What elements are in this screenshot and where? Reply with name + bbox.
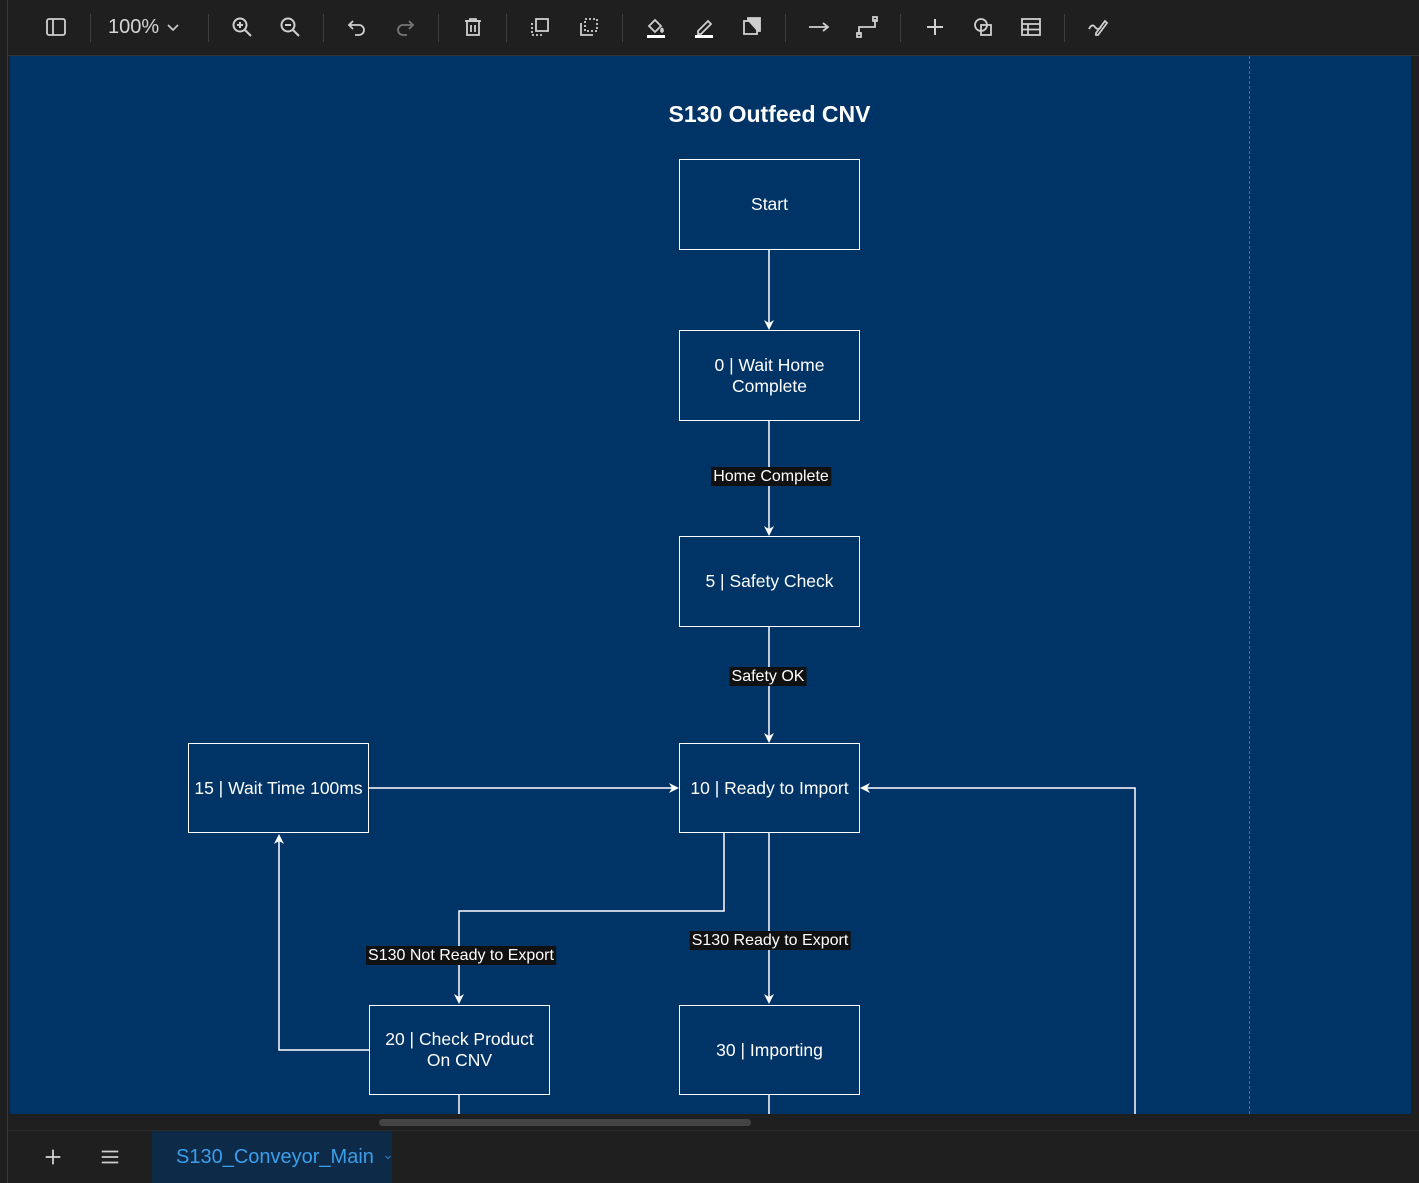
edge-label-ready-to-export[interactable]: S130 Ready to Export	[689, 931, 851, 950]
horizontal-scrollbar[interactable]	[10, 1114, 1411, 1130]
scrollbar-thumb[interactable]	[379, 1119, 751, 1126]
vertical-scrollbar[interactable]	[1411, 56, 1419, 1116]
toolbar: 100%	[8, 0, 1419, 56]
edge-10-to-20[interactable]	[454, 833, 725, 1004]
edge-20-to-15[interactable]	[274, 834, 369, 1051]
zoom-out-icon[interactable]	[274, 10, 306, 44]
chevron-down-icon[interactable]	[384, 1150, 392, 1164]
waypoints-icon[interactable]	[851, 10, 883, 44]
page-tab-label: S130_Conveyor_Main	[176, 1145, 374, 1168]
add-page-button[interactable]	[36, 1141, 70, 1173]
connection-icon[interactable]	[803, 10, 835, 44]
bring-to-front-icon[interactable]	[524, 10, 556, 44]
edge-label-not-ready-to-export[interactable]: S130 Not Ready to Export	[366, 946, 556, 965]
send-to-back-icon[interactable]	[573, 10, 605, 44]
node-20-check-product[interactable]: 20 | Check Product On CNV	[369, 1005, 550, 1095]
undo-icon[interactable]	[341, 10, 373, 44]
edge-loop-to-10[interactable]	[860, 783, 1136, 1114]
pages-menu-button[interactable]	[93, 1141, 127, 1173]
zoom-level: 100%	[108, 15, 160, 38]
toolbar-separator	[208, 14, 209, 42]
toolbar-separator	[1064, 14, 1065, 42]
edge-label-home-complete[interactable]: Home Complete	[711, 467, 831, 486]
node-start[interactable]: Start	[679, 159, 860, 250]
shadow-icon[interactable]	[736, 10, 768, 44]
redo-icon[interactable]	[389, 10, 421, 44]
toolbar-separator	[90, 14, 91, 42]
toolbar-separator	[506, 14, 507, 42]
delete-icon[interactable]	[457, 10, 489, 44]
menu-icon	[101, 1150, 119, 1164]
line-color-icon[interactable]	[688, 10, 720, 44]
diagram-canvas[interactable]: S130 Outfeed CNV Start 0 | Wait Home Com…	[10, 56, 1411, 1114]
toolbar-separator	[323, 14, 324, 42]
left-border	[0, 0, 8, 1183]
toolbar-separator	[438, 14, 439, 42]
insert-icon[interactable]	[919, 10, 951, 44]
node-10-ready-to-import[interactable]: 10 | Ready to Import	[679, 743, 860, 833]
toolbar-separator	[622, 14, 623, 42]
page-tab-active[interactable]: S130_Conveyor_Main	[152, 1131, 392, 1183]
node-0-wait-home-complete[interactable]: 0 | Wait Home Complete	[679, 330, 860, 421]
freehand-icon[interactable]	[1082, 10, 1114, 44]
chevron-down-icon	[167, 24, 179, 32]
plus-icon	[45, 1149, 61, 1165]
edge-label-safety-ok[interactable]: Safety OK	[729, 667, 807, 686]
toolbar-separator	[785, 14, 786, 42]
node-5-safety-check[interactable]: 5 | Safety Check	[679, 536, 860, 627]
node-30-importing[interactable]: 30 | Importing	[679, 1005, 860, 1095]
zoom-dropdown[interactable]: 100%	[108, 10, 181, 44]
page-tabs-bar: S130_Conveyor_Main	[8, 1130, 1419, 1183]
diagram-title[interactable]: S130 Outfeed CNV	[10, 101, 1411, 128]
node-15-wait-time[interactable]: 15 | Wait Time 100ms	[188, 743, 369, 833]
shapes-icon[interactable]	[967, 10, 999, 44]
zoom-in-icon[interactable]	[226, 10, 258, 44]
toolbar-separator	[900, 14, 901, 42]
sidebar-icon[interactable]	[40, 10, 72, 44]
table-icon[interactable]	[1015, 10, 1047, 44]
fill-color-icon[interactable]	[640, 10, 672, 44]
